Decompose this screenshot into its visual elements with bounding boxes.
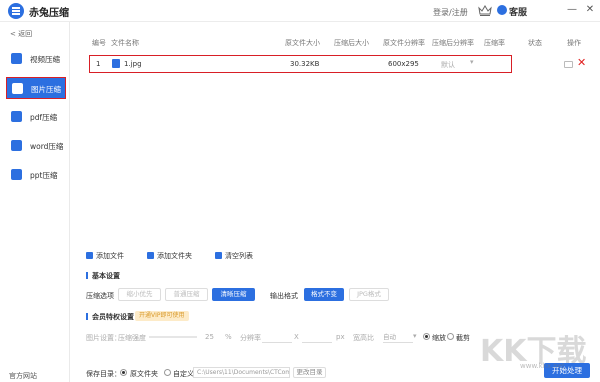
original-resolution: 600x295	[388, 60, 419, 68]
strength-value: 25	[205, 333, 214, 341]
add-file-button[interactable]: 添加文件	[86, 251, 124, 261]
column-header: 压缩率	[484, 39, 505, 47]
crop-label: 截剪	[456, 334, 470, 342]
change-directory-button[interactable]: 更改目录	[293, 367, 326, 378]
dropdown-arrow-icon[interactable]: ▾	[413, 332, 417, 340]
strength-slider[interactable]	[149, 336, 197, 338]
add-folder-button[interactable]: 添加文件夹	[147, 251, 192, 261]
percent-label: %	[225, 333, 232, 341]
headset-icon	[497, 5, 507, 15]
sidebar: < 返回 视频压缩 图片压缩 pdf压缩 word压缩 ppt压缩 官方网站	[0, 22, 70, 382]
aspect-ratio-label: 宽高比	[353, 334, 374, 342]
crop-radio[interactable]	[447, 333, 454, 340]
column-header: 原文件分辨率	[383, 39, 425, 47]
watermark-url: www.kkx.net	[520, 362, 565, 370]
dropdown-arrow-icon[interactable]: ▾	[470, 58, 474, 66]
table-header: 编号 文件名称 原文件大小 压缩后大小 原文件分辨率 压缩后分辨率 压缩率 状态…	[86, 33, 594, 51]
clear-list-label: 清空列表	[225, 252, 253, 260]
format-unchanged-option[interactable]: 格式不变	[304, 288, 344, 301]
resolution-label: 分辨率	[240, 334, 261, 342]
member-settings-title: 会员特权设置	[86, 312, 134, 322]
column-header: 操作	[567, 39, 581, 47]
image-icon	[12, 83, 23, 94]
normal-compress-option[interactable]: 普通压缩	[165, 288, 208, 301]
app-logo-icon	[8, 3, 24, 19]
section-bar	[86, 313, 88, 320]
sidebar-item-label: 视频压缩	[30, 55, 60, 64]
sidebar-item-ppt[interactable]: ppt压缩	[6, 164, 66, 186]
clear-compress-option[interactable]: 清晰压缩	[212, 288, 255, 301]
strength-label: 压缩强度	[118, 334, 146, 342]
compressed-resolution-select[interactable]: 默认	[441, 60, 455, 70]
clear-list-icon	[215, 252, 222, 259]
sidebar-item-label: pdf压缩	[30, 113, 58, 122]
section-bar	[86, 272, 88, 279]
minimize-button[interactable]: —	[566, 4, 578, 16]
customer-service-label: 客服	[509, 8, 528, 18]
original-folder-radio[interactable]	[120, 369, 127, 376]
height-input[interactable]	[302, 332, 332, 343]
file-table: 编号 文件名称 原文件大小 压缩后大小 原文件分辨率 压缩后分辨率 压缩率 状态…	[86, 33, 594, 73]
member-settings-label: 会员特权设置	[92, 313, 134, 321]
column-header: 文件名称	[111, 39, 139, 47]
crown-icon[interactable]	[478, 5, 492, 16]
ppt-icon	[11, 169, 22, 180]
image-settings-label: 图片设置：	[86, 334, 121, 342]
sidebar-item-image[interactable]: 图片压缩	[6, 77, 66, 99]
file-name: 1.jpg	[124, 60, 142, 68]
vip-tag[interactable]: 开通VIP即可使用	[135, 311, 189, 321]
sidebar-item-label: ppt压缩	[30, 171, 58, 180]
column-header: 压缩后大小	[334, 39, 369, 47]
scale-label: 缩放	[432, 334, 446, 342]
basic-settings-title: 基本设置	[86, 271, 120, 281]
jpg-format-option[interactable]: JPG格式	[349, 288, 389, 301]
table-row[interactable]: 1 1.jpg 30.32KB 600x295 默认 ▾ ✕	[89, 55, 594, 73]
delete-icon[interactable]: ✕	[577, 56, 586, 69]
scale-radio[interactable]	[423, 333, 430, 340]
folder-icon[interactable]	[564, 61, 573, 68]
add-file-icon	[86, 252, 93, 259]
back-button[interactable]: < 返回	[10, 29, 32, 39]
px-label: px	[336, 333, 345, 341]
sidebar-item-word[interactable]: word压缩	[6, 135, 66, 157]
original-folder-label: 原文件夹	[130, 370, 158, 378]
pdf-icon	[11, 111, 22, 122]
output-format-label: 输出格式	[270, 292, 298, 300]
shrink-priority-option[interactable]: 缩小优先	[118, 288, 161, 301]
add-file-label: 添加文件	[96, 252, 124, 260]
column-header: 原文件大小	[285, 39, 320, 47]
original-size: 30.32KB	[290, 60, 320, 68]
aspect-select[interactable]: 自动	[383, 332, 413, 343]
add-folder-label: 添加文件夹	[157, 252, 192, 260]
width-input[interactable]	[262, 332, 292, 343]
column-header: 编号	[92, 39, 106, 47]
close-button[interactable]: ✕	[584, 4, 596, 16]
sidebar-item-video[interactable]: 视频压缩	[6, 48, 66, 70]
x-label: X	[294, 333, 299, 341]
video-icon	[11, 53, 22, 64]
row-index: 1	[96, 60, 101, 68]
custom-folder-label: 自定义	[173, 370, 194, 378]
title-bar: 赤兔压缩 登录/注册 客服 — ✕	[0, 0, 600, 22]
compress-option-label: 压缩选项	[86, 292, 114, 300]
sidebar-item-label: 图片压缩	[31, 85, 61, 94]
basic-settings-label: 基本设置	[92, 272, 120, 280]
clear-list-button[interactable]: 清空列表	[215, 251, 253, 261]
login-register-link[interactable]: 登录/注册	[433, 7, 468, 18]
save-path-input[interactable]: C:\Users\11\Documents\CTCom	[193, 367, 290, 378]
image-file-icon	[112, 59, 120, 68]
sidebar-item-pdf[interactable]: pdf压缩	[6, 106, 66, 128]
column-header: 压缩后分辨率	[432, 39, 474, 47]
save-directory-label: 保存目录：	[86, 370, 121, 378]
custom-folder-radio[interactable]	[164, 369, 171, 376]
app-title: 赤兔压缩	[29, 8, 69, 19]
word-icon	[11, 140, 22, 151]
official-website-link[interactable]: 官方网站	[9, 371, 37, 381]
sidebar-item-label: word压缩	[30, 142, 64, 151]
column-header: 状态	[528, 39, 542, 47]
add-folder-icon	[147, 252, 154, 259]
